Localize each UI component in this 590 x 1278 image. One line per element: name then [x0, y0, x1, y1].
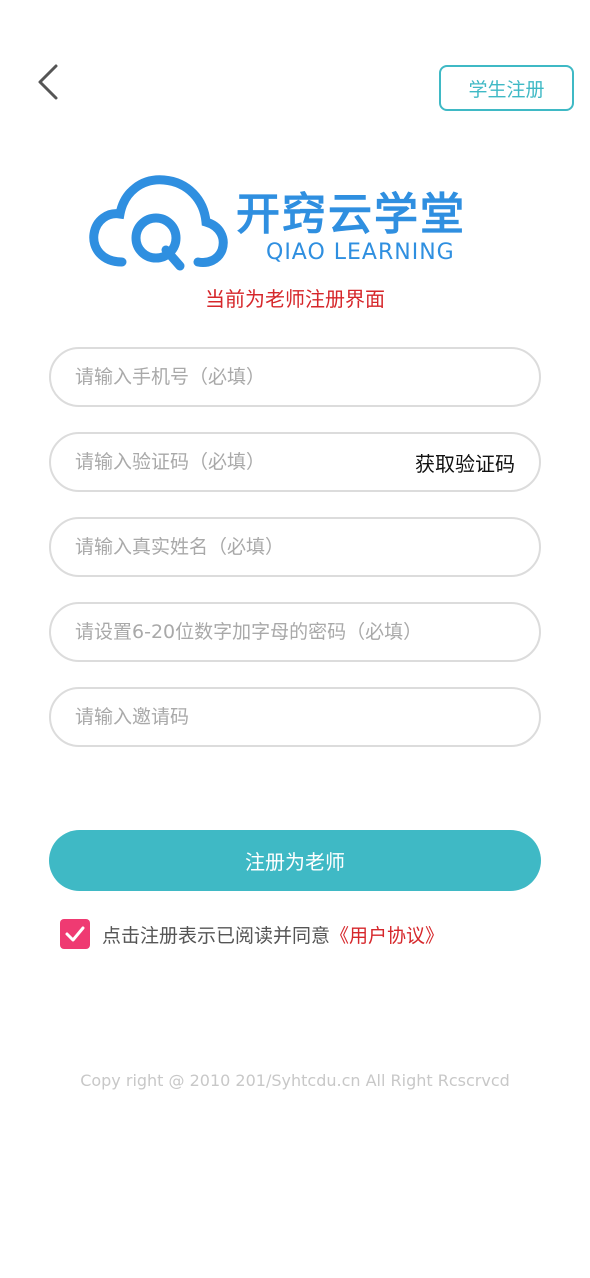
invite-field-container	[49, 687, 541, 747]
name-field-container	[49, 517, 541, 577]
agreement-row: 点击注册表示已阅读并同意 《用户协议》	[60, 918, 444, 950]
agreement-checkbox[interactable]	[60, 919, 90, 949]
real-name-input[interactable]	[75, 536, 515, 558]
chevron-left-icon	[38, 64, 58, 100]
get-code-button[interactable]: 获取验证码	[415, 448, 515, 477]
user-agreement-link[interactable]: 《用户协议》	[330, 921, 444, 948]
invite-code-input[interactable]	[75, 706, 515, 728]
student-register-button[interactable]: 学生注册	[439, 65, 574, 111]
logo-title: 开窍云学堂	[236, 189, 466, 240]
password-input[interactable]	[75, 621, 515, 643]
logo-subtitle: QIAO LEARNING	[266, 240, 455, 265]
verification-code-input[interactable]	[75, 451, 415, 473]
register-teacher-button[interactable]: 注册为老师	[49, 830, 541, 891]
register-mode-hint: 当前为老师注册界面	[205, 287, 385, 311]
phone-input[interactable]	[75, 366, 515, 388]
agreement-text: 点击注册表示已阅读并同意	[102, 924, 331, 947]
code-field-container: 获取验证码	[49, 432, 541, 492]
teacher-register-page: 学生注册 开窍云学堂 QIAO LEARNING 当前为老师注册界面 获取验证码…	[0, 0, 590, 1278]
cloud-q-logo-icon	[89, 175, 228, 271]
phone-field-container	[49, 347, 541, 407]
password-field-container	[49, 602, 541, 662]
checkmark-icon	[65, 926, 85, 942]
back-button[interactable]	[30, 58, 70, 106]
app-logo: 开窍云学堂 QIAO LEARNING	[88, 172, 508, 277]
copyright-text: Copy right @ 2010 201/Syhtcdu.cn All Rig…	[80, 1071, 510, 1090]
